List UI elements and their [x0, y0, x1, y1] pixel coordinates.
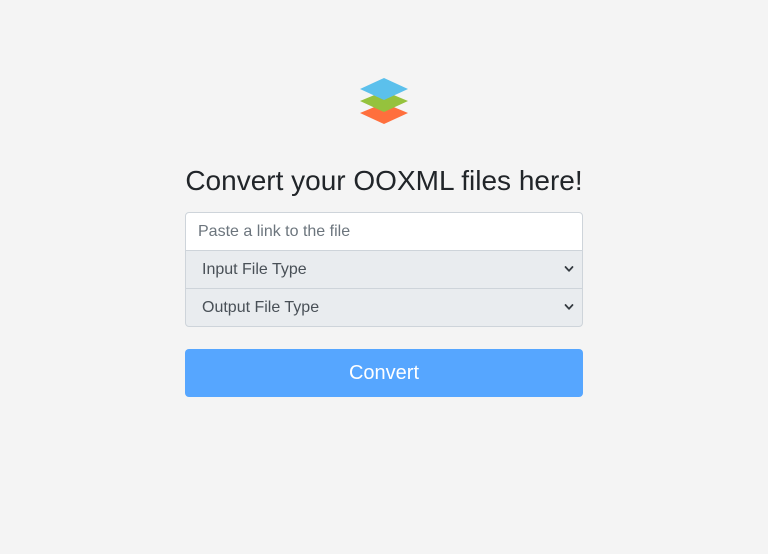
layers-icon — [360, 78, 408, 124]
logo-top-layer — [360, 78, 408, 100]
input-file-type-select[interactable]: Input File Type — [185, 250, 583, 289]
page-title: Convert your OOXML files here! — [185, 165, 583, 196]
file-link-input[interactable] — [185, 212, 583, 251]
input-file-type-value: Input File Type — [202, 260, 307, 278]
chevron-down-icon — [564, 265, 574, 272]
output-file-type-select[interactable]: Output File Type — [185, 288, 583, 327]
convert-button[interactable]: Convert — [185, 349, 583, 397]
chevron-down-icon — [564, 303, 574, 310]
convert-form: Input File Type Output File Type — [185, 212, 583, 327]
output-file-type-value: Output File Type — [202, 298, 320, 316]
converter-page: Convert your OOXML files here! Input Fil… — [0, 0, 768, 554]
